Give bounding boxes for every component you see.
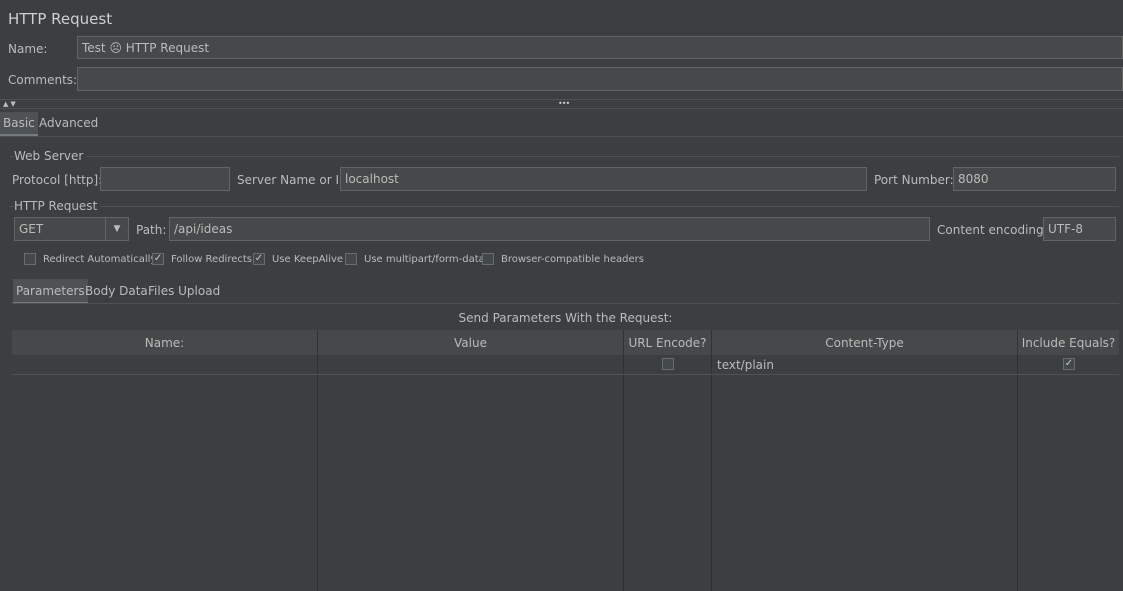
- page-title: HTTP Request: [8, 10, 113, 28]
- tab-files-upload-label: Files Upload: [148, 283, 221, 298]
- path-input[interactable]: /api/ideas: [169, 217, 930, 241]
- params-table-caption: Send Parameters With the Request:: [458, 311, 673, 325]
- follow-redirects-checkbox[interactable]: ✓: [152, 253, 164, 265]
- follow-redirects-label: Follow Redirects: [171, 254, 252, 265]
- server-name-input[interactable]: localhost: [340, 167, 867, 191]
- server-name-label: Server Name or IP:: [237, 173, 351, 187]
- column-header-value[interactable]: Value: [318, 330, 624, 355]
- tab-body-data-label: Body Data: [85, 283, 148, 298]
- port-number-label: Port Number:: [874, 173, 954, 187]
- expand-down-icon[interactable]: ▼: [10, 100, 17, 108]
- method-select-value: GET: [19, 222, 44, 236]
- splitter-bottom-line: [0, 108, 1123, 109]
- server-name-input-value: localhost: [345, 172, 399, 186]
- splitter-handle-icon[interactable]: •••: [558, 99, 570, 108]
- checkmark-icon: ✓: [254, 253, 264, 264]
- use-keepalive-label: Use KeepAlive: [272, 254, 344, 265]
- name-input-value: Test ☹ HTTP Request: [82, 40, 210, 55]
- use-multipart-label: Use multipart/form-data: [364, 254, 485, 265]
- use-keepalive-checkbox[interactable]: ✓: [253, 253, 265, 265]
- column-header-url-encode[interactable]: URL Encode?: [624, 330, 712, 355]
- column-divider: [1017, 355, 1018, 591]
- column-divider: [711, 355, 712, 591]
- params-table-body: text/plain ✓: [12, 355, 1119, 591]
- column-divider: [317, 355, 318, 591]
- collapse-expand-arrows[interactable]: ▲▼: [3, 100, 18, 108]
- include-equals-checkbox[interactable]: ✓: [1063, 358, 1075, 370]
- name-label: Name:: [8, 42, 48, 56]
- tab-files-upload[interactable]: Files Upload: [145, 279, 223, 302]
- content-encoding-label: Content encoding:: [937, 223, 1048, 237]
- name-input[interactable]: Test ☹ HTTP Request: [77, 36, 1123, 59]
- table-row[interactable]: text/plain ✓: [12, 355, 1119, 375]
- tab-advanced[interactable]: Advanced: [36, 112, 101, 134]
- port-number-input[interactable]: 8080: [953, 167, 1116, 191]
- protocol-label: Protocol [http]:: [12, 173, 103, 187]
- content-encoding-input[interactable]: UTF-8: [1043, 217, 1116, 241]
- web-server-section-line: [10, 156, 1119, 157]
- redirect-automatically-label: Redirect Automatically: [43, 254, 157, 265]
- comments-label: Comments:: [8, 73, 78, 87]
- url-encode-checkbox[interactable]: [662, 358, 674, 370]
- port-number-input-value: 8080: [958, 172, 989, 186]
- column-header-include-equals[interactable]: Include Equals?: [1018, 330, 1119, 355]
- browser-compatible-headers-checkbox[interactable]: [482, 253, 494, 265]
- column-header-content-type[interactable]: Content-Type: [712, 330, 1018, 355]
- tab-advanced-label: Advanced: [39, 116, 99, 130]
- column-divider: [623, 355, 624, 591]
- protocol-input[interactable]: [100, 167, 230, 191]
- path-label: Path:: [136, 223, 167, 237]
- checkmark-icon: ✓: [153, 253, 163, 264]
- params-table-header: Name: Value URL Encode? Content-Type Inc…: [12, 330, 1119, 355]
- tab-parameters[interactable]: Parameters: [13, 279, 88, 304]
- tab-parameters-label: Parameters: [16, 283, 85, 298]
- checkmark-icon: ✓: [1064, 358, 1074, 369]
- browser-compatible-headers-label: Browser-compatible headers: [501, 254, 644, 265]
- tab-body-data[interactable]: Body Data: [82, 279, 151, 302]
- redirect-automatically-checkbox[interactable]: [24, 253, 36, 265]
- tab-basic-label: Basic: [3, 116, 35, 130]
- comments-input[interactable]: [77, 67, 1123, 91]
- method-select[interactable]: GET ▼: [14, 217, 129, 241]
- http-request-section-line: [10, 206, 1119, 207]
- web-server-section-title: Web Server: [14, 149, 88, 163]
- tab-basic[interactable]: Basic: [0, 112, 38, 136]
- http-request-section-title: HTTP Request: [14, 199, 102, 213]
- path-input-value: /api/ideas: [174, 222, 233, 236]
- tabs-divider: [0, 136, 1123, 137]
- use-multipart-checkbox[interactable]: [345, 253, 357, 265]
- content-type-cell[interactable]: text/plain: [717, 358, 774, 372]
- column-header-name[interactable]: Name:: [12, 330, 318, 355]
- content-encoding-input-value: UTF-8: [1048, 222, 1083, 236]
- sub-tabs-divider: [12, 303, 1119, 304]
- chevron-down-icon[interactable]: ▼: [105, 218, 128, 240]
